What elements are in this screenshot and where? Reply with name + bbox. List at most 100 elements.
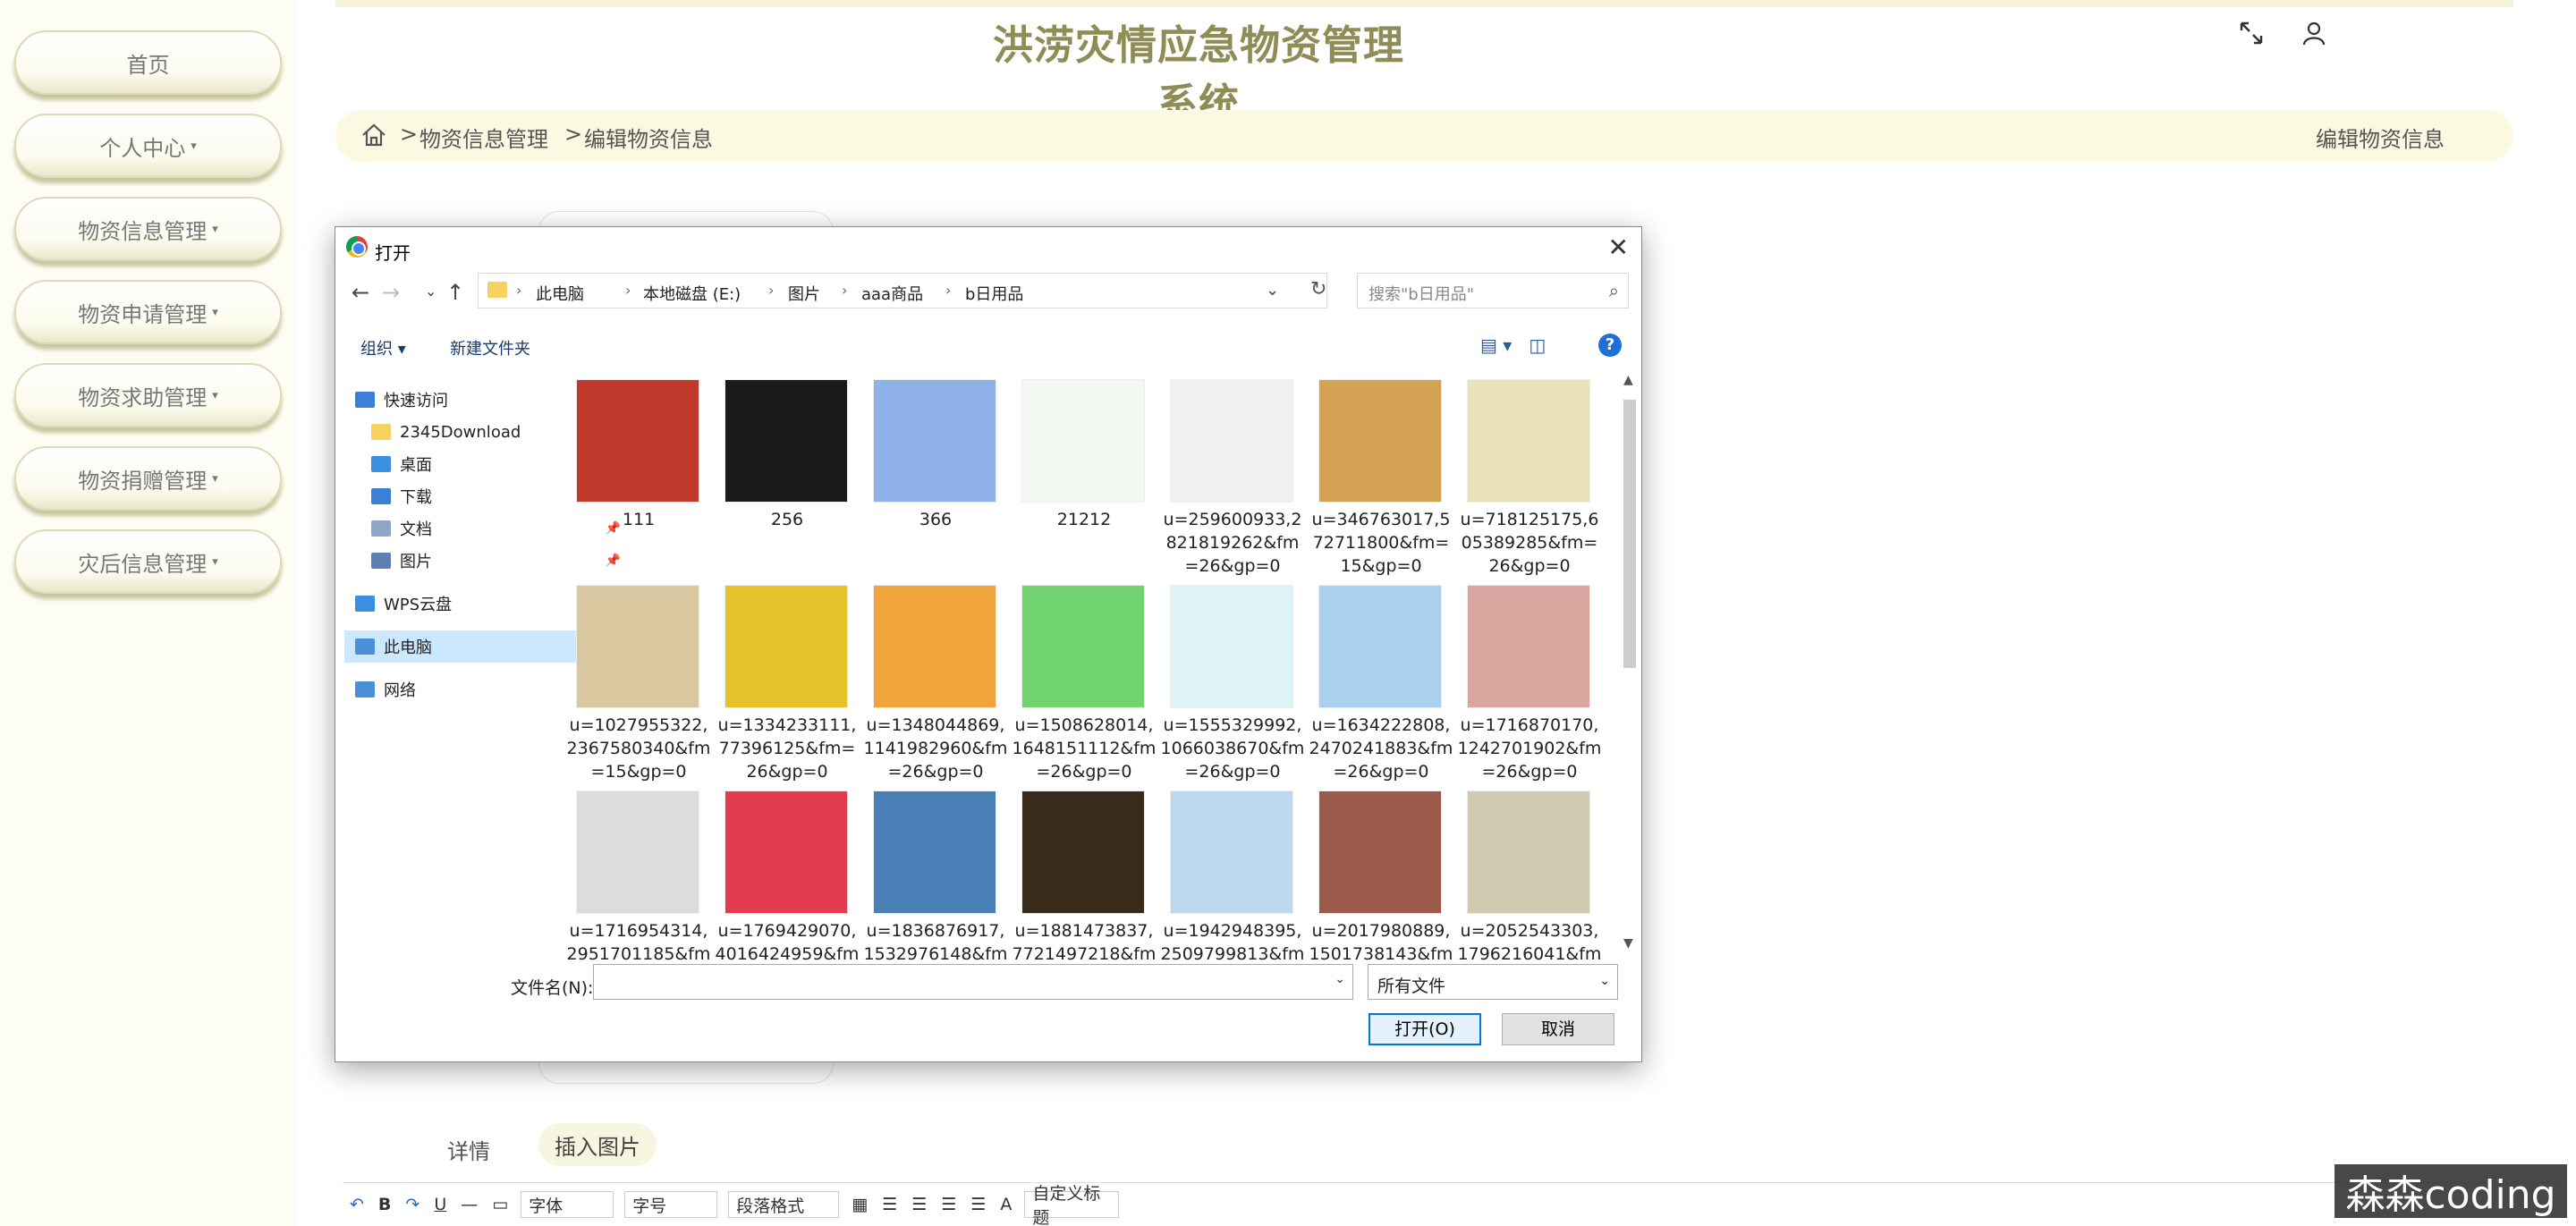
address-segment[interactable]: aaa商品 [861, 282, 923, 305]
chevron-down-icon[interactable]: ⌄ [1335, 972, 1345, 986]
file-thumbnail [1467, 379, 1590, 503]
file-item[interactable]: u=1716870170,1242701902&fm=26&gp=0 [1457, 585, 1602, 786]
address-segment[interactable]: 图片 [788, 282, 820, 305]
organize-menu[interactable]: 组织 ▾ [360, 336, 406, 359]
nav-post-disaster[interactable]: 灾后信息管理 ▾ [14, 529, 282, 594]
file-item[interactable]: 256 [715, 379, 860, 580]
close-icon[interactable]: ✕ [1608, 233, 1629, 262]
breadcrumb-item-material-info[interactable]: 物资信息管理 [419, 122, 548, 153]
file-thumbnail [1021, 585, 1145, 708]
refresh-icon[interactable]: ↻ [1310, 278, 1326, 300]
underline-icon[interactable]: U [434, 1195, 446, 1214]
file-item[interactable]: u=1881473837,7721497218&fm=26&gp=0 [1012, 791, 1157, 965]
file-item[interactable]: 21212 [1012, 379, 1157, 580]
recent-dropdown-icon[interactable]: ⌄ [425, 283, 436, 300]
undo-icon[interactable]: ↶ [350, 1195, 364, 1214]
watermark: 森森coding [2334, 1164, 2567, 1218]
nav-material-info[interactable]: 物资信息管理 ▾ [14, 197, 282, 261]
file-item[interactable]: u=1027955322,2367580340&fm=15&gp=0 [566, 585, 711, 786]
file-name: u=1942948395,2509799813&fm=26&gp=0 [1160, 921, 1305, 964]
editor-toolbar: ↶ B ↷ U — ▭ 字体 字号 段落格式 ▦ ☰ ☰ ☰ ☰ A 自定义标题 [343, 1182, 2561, 1226]
nav-label: 物资求助管理 [78, 385, 208, 410]
cancel-button[interactable]: 取消 [1502, 1013, 1614, 1045]
bold-icon[interactable]: B [378, 1195, 391, 1214]
filetype-select[interactable]: 所有文件 ⌄ [1368, 964, 1618, 1000]
file-thumbnail [1021, 379, 1145, 503]
nav-label: 物资捐赠管理 [78, 468, 208, 494]
file-name: u=1634222808,2470241883&fm=26&gp=0 [1309, 715, 1453, 782]
paragraph-select[interactable]: 段落格式 [728, 1191, 840, 1218]
scroll-thumb[interactable] [1623, 400, 1636, 668]
align-center-icon[interactable]: ☰ [911, 1195, 927, 1214]
align-right-icon[interactable]: ☰ [941, 1195, 956, 1214]
document-icon[interactable]: ▭ [492, 1195, 508, 1214]
file-item[interactable]: u=259600933,2821819262&fm=26&gp=0 [1160, 379, 1305, 580]
font-size-select[interactable]: 字号 [624, 1191, 718, 1218]
file-item[interactable]: u=1348044869,1141982960&fm=26&gp=0 [863, 585, 1008, 786]
address-segment[interactable]: 此电脑 [536, 282, 584, 305]
forward-icon[interactable]: → [382, 280, 400, 305]
file-item[interactable]: u=1716954314,2951701185&fm=26&gp=0 [566, 791, 711, 965]
scroll-up-icon[interactable]: ▲ [1623, 373, 1633, 387]
horizontal-rule-icon[interactable]: — [461, 1195, 478, 1214]
file-item[interactable]: u=1334233111,77396125&fm=26&gp=0 [715, 585, 860, 786]
file-item[interactable]: u=718125175,605389285&fm=26&gp=0 [1457, 379, 1602, 580]
address-bar[interactable]: › 此电脑 › 本地磁盘 (E:) › 图片 › aaa商品 › b日用品 ⌄ [478, 273, 1327, 309]
file-thumbnail [576, 791, 699, 914]
align-left-icon[interactable]: ☰ [882, 1195, 897, 1214]
chevron-down-icon[interactable]: ⌄ [1266, 281, 1279, 300]
file-item[interactable]: u=2017980889,1501738143&fm=26&gp=0 [1309, 791, 1453, 965]
open-button[interactable]: 打开(O) [1368, 1013, 1481, 1045]
nav-personal-center[interactable]: 个人中心 ▾ [14, 114, 282, 178]
help-icon[interactable]: ? [1598, 334, 1622, 357]
file-item[interactable]: u=1555329992,1066038670&fm=26&gp=0 [1160, 585, 1305, 786]
font-color-icon[interactable]: A [1000, 1195, 1012, 1214]
file-item[interactable]: u=2052543303,1796216041&fm=26&gp=0 [1457, 791, 1602, 965]
justify-icon[interactable]: ☰ [970, 1195, 986, 1214]
file-thumbnail [1318, 791, 1442, 914]
file-item[interactable]: u=1942948395,2509799813&fm=26&gp=0 [1160, 791, 1305, 965]
caret-down-icon: ▾ [212, 388, 218, 402]
breadcrumb-item-edit: 编辑物资信息 [584, 127, 713, 152]
new-folder-button[interactable]: 新建文件夹 [450, 336, 530, 359]
view-options-icon[interactable]: ▤ ▾ ◫ [1480, 334, 1546, 356]
address-segment[interactable]: 本地磁盘 (E:) [643, 282, 741, 305]
file-item[interactable]: u=1769429070,4016424959&fm=26&gp=0 [715, 791, 860, 965]
file-thumbnail [724, 379, 848, 503]
breadcrumb: > 物资信息管理 > 编辑物资信息 编辑物资信息 [335, 110, 2513, 162]
tree-item-label: 2345Download [400, 422, 521, 442]
address-segment[interactable]: b日用品 [965, 282, 1023, 305]
file-thumbnail [1467, 585, 1590, 708]
font-family-select[interactable]: 字体 [521, 1191, 614, 1218]
up-icon[interactable]: ↑ [446, 280, 464, 305]
tree-item-label: 网络 [384, 681, 416, 700]
scroll-down-icon[interactable]: ▼ [1623, 936, 1633, 951]
paragraph-value: 段落格式 [736, 1196, 805, 1216]
table-icon[interactable]: ▦ [852, 1195, 868, 1214]
cloud-icon [355, 596, 375, 612]
file-item[interactable]: u=346763017,572711800&fm=15&gp=0 [1309, 379, 1453, 580]
filename-label: 文件名(N): [511, 978, 594, 998]
insert-image-button[interactable]: 插入图片 [538, 1123, 657, 1166]
breadcrumb-separator: > [400, 122, 419, 147]
user-icon[interactable] [2301, 20, 2327, 47]
file-item[interactable]: u=1508628014,1648151112&fm=26&gp=0 [1012, 585, 1157, 786]
back-icon[interactable]: ← [352, 280, 369, 305]
nav-home[interactable]: 首页 [14, 30, 282, 95]
nav-material-donate[interactable]: 物资捐赠管理 ▾ [14, 446, 282, 511]
nav-material-apply[interactable]: 物资申请管理 ▾ [14, 280, 282, 344]
filename-input[interactable]: ⌄ [593, 964, 1353, 1000]
file-name: u=1508628014,1648151112&fm=26&gp=0 [1012, 715, 1157, 782]
vertical-scrollbar[interactable]: ▲ ▼ [1621, 373, 1639, 954]
redo-icon[interactable]: ↷ [405, 1195, 419, 1214]
search-input[interactable]: 搜索"b日用品" ⌕ [1357, 273, 1629, 309]
custom-title-select[interactable]: 自定义标题 [1024, 1184, 1120, 1226]
file-name: 366 [919, 510, 953, 529]
file-item[interactable]: 366 [863, 379, 1008, 580]
file-item[interactable]: 111 [566, 379, 711, 580]
nav-material-help[interactable]: 物资求助管理 ▾ [14, 363, 282, 427]
home-icon[interactable] [360, 122, 387, 148]
file-item[interactable]: u=1836876917,1532976148&fm=26&gp=0 [863, 791, 1008, 965]
file-item[interactable]: u=1634222808,2470241883&fm=26&gp=0 [1309, 585, 1453, 786]
fullscreen-icon[interactable] [2238, 20, 2265, 47]
